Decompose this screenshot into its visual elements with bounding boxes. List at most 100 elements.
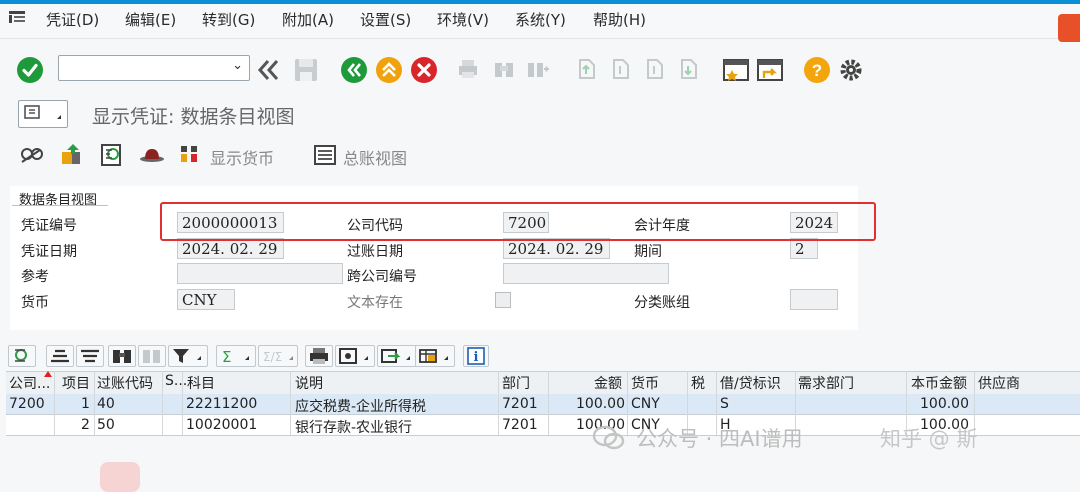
details-icon [15, 349, 27, 362]
menu-item-document[interactable]: 凭证(D) [46, 9, 99, 30]
col-tax-header[interactable]: 税 [691, 373, 705, 393]
col-posting-key-header[interactable]: 过账代码 [97, 373, 153, 393]
menu-item-help[interactable]: 帮助(H) [593, 9, 646, 30]
cell-account[interactable]: 22211200 [186, 396, 257, 412]
other-document-icon[interactable] [58, 140, 86, 170]
screen-menu-icon [24, 105, 61, 119]
col-req-dept-header[interactable]: 需求部门 [798, 373, 854, 393]
currency-label: 货币 [21, 295, 49, 311]
last-page-icon[interactable] [676, 57, 700, 81]
cross-company-field[interactable] [503, 263, 669, 284]
svg-text:Σ/Σ: Σ/Σ [263, 350, 282, 364]
details-button[interactable] [8, 345, 36, 367]
col-department-header[interactable]: 部门 [502, 373, 530, 393]
document-overview-icon[interactable] [98, 140, 126, 170]
period-field[interactable]: 2 [790, 238, 818, 259]
create-session-icon[interactable] [722, 56, 750, 84]
cell-description: 应交税费-企业所得税 [295, 399, 427, 415]
layout-button[interactable] [415, 345, 455, 367]
column-divider [162, 371, 163, 435]
prev-page-icon[interactable] [608, 57, 632, 81]
col-description-header[interactable]: 说明 [295, 373, 323, 393]
cell-department: 7201 [502, 396, 538, 412]
col-item-header[interactable]: 项目 [62, 373, 90, 393]
cell-account[interactable]: 10020001 [186, 417, 257, 433]
menu-item-system[interactable]: 系统(Y) [515, 9, 566, 30]
svg-text:Σ: Σ [222, 348, 231, 366]
chevron-down-icon[interactable]: ⌄ [232, 58, 243, 73]
text-exists-checkbox[interactable] [495, 292, 511, 308]
export-icon [381, 349, 410, 363]
first-page-icon[interactable] [574, 57, 598, 81]
sum-button[interactable]: Σ [216, 345, 256, 367]
col-dc-header[interactable]: 借/贷标识 [720, 373, 781, 393]
find-next-grid-icon [143, 350, 160, 363]
find-next-grid-button[interactable] [138, 345, 166, 367]
exit-icon[interactable] [375, 56, 403, 84]
sort-descending-icon [81, 349, 99, 363]
menu-item-settings[interactable]: 设置(S) [360, 9, 411, 30]
print-icon[interactable] [456, 57, 480, 81]
doc-date-field[interactable]: 2024. 02. 29 [177, 238, 284, 259]
views-button[interactable] [335, 345, 375, 367]
col-company-header[interactable]: 公司... [9, 373, 50, 393]
col-local-amount-header[interactable]: 本币金额 [911, 373, 967, 393]
logo-fragment [100, 462, 140, 492]
export-button[interactable] [377, 345, 417, 367]
next-page-icon[interactable] [642, 57, 666, 81]
menu-item-edit[interactable]: 编辑(E) [125, 9, 176, 30]
sort-ascending-button[interactable] [46, 345, 74, 367]
period-label: 期间 [634, 244, 662, 260]
screen-menu-button[interactable] [18, 100, 68, 128]
ledger-group-label: 分类账组 [634, 295, 690, 311]
save-icon[interactable] [292, 56, 320, 84]
filter-button[interactable] [168, 345, 208, 367]
col-s-header[interactable]: S... [165, 373, 187, 389]
reference-field[interactable] [177, 263, 343, 284]
subtotal-button[interactable]: Σ/Σ [258, 345, 298, 367]
sort-descending-button[interactable] [76, 345, 104, 367]
cancel-icon[interactable] [410, 56, 438, 84]
find-grid-button[interactable] [108, 345, 136, 367]
menu-toggle-icon[interactable] [8, 9, 28, 25]
currency-field[interactable]: CNY [177, 289, 235, 310]
gl-view-button[interactable]: 总账视图 [343, 145, 407, 169]
hat-icon[interactable] [138, 140, 166, 170]
display-change-icon[interactable] [18, 140, 46, 170]
wechat-watermark: 公众号 · 四AI谱用 [636, 427, 803, 451]
shortcut-icon[interactable] [756, 56, 784, 84]
command-field[interactable]: ⌄ [58, 55, 250, 81]
currency-icon[interactable] [178, 140, 206, 170]
sum-icon: Σ [222, 348, 249, 366]
information-button[interactable]: i [463, 345, 489, 367]
cell-dc: S [720, 396, 729, 412]
col-currency-header[interactable]: 货币 [631, 373, 659, 393]
find-next-icon[interactable] [526, 57, 550, 81]
cell-description: 银行存款-农业银行 [295, 420, 413, 436]
subtotal-icon: Σ/Σ [263, 350, 293, 364]
posting-date-field[interactable]: 2024. 02. 29 [503, 238, 610, 259]
menu-item-environment[interactable]: 环境(V) [437, 9, 489, 30]
layout-icon [419, 349, 448, 363]
help-icon[interactable]: ? [803, 56, 831, 84]
settings-icon[interactable] [837, 56, 865, 84]
column-divider [548, 371, 549, 435]
cell-item: 2 [81, 417, 90, 433]
col-amount-header[interactable]: 金额 [594, 373, 622, 393]
gl-view-icon[interactable] [312, 140, 340, 170]
col-vendor-header[interactable]: 供应商 [978, 373, 1020, 393]
ledger-group-field[interactable] [790, 289, 838, 310]
collapse-command-icon[interactable] [256, 58, 282, 82]
find-icon[interactable] [492, 57, 516, 81]
menu-item-goto[interactable]: 转到(G) [202, 9, 255, 30]
enter-icon[interactable] [16, 56, 44, 84]
table-row[interactable] [6, 394, 1080, 415]
column-divider [182, 371, 183, 435]
display-currency-button[interactable]: 显示货币 [210, 145, 274, 169]
menu-item-extras[interactable]: 附加(A) [282, 9, 334, 30]
back-icon[interactable] [340, 56, 368, 84]
print-grid-button[interactable] [305, 345, 333, 367]
col-account-header[interactable]: 科目 [187, 373, 215, 393]
cell-currency: CNY [631, 396, 660, 412]
page-title: 显示凭证: 数据条目视图 [92, 106, 295, 128]
